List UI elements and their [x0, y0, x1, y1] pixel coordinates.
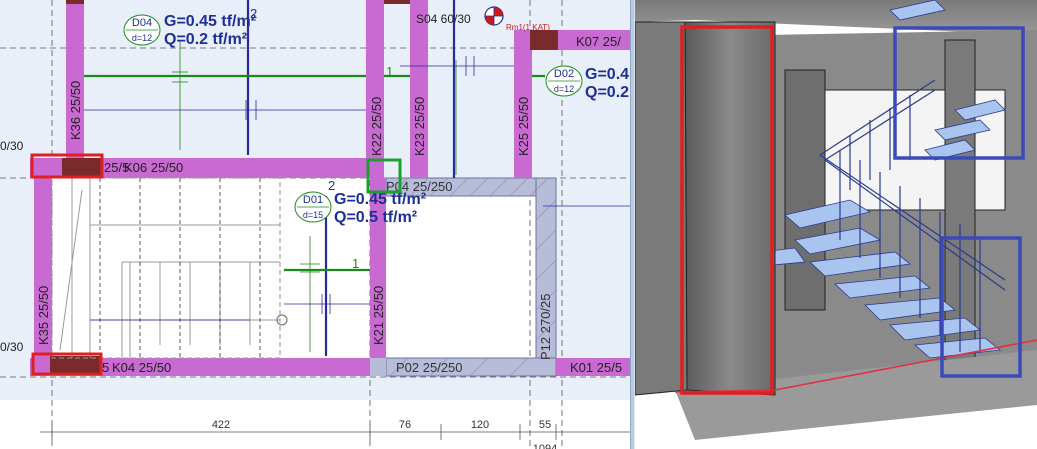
slab-thickness: d=12 — [554, 84, 574, 94]
dimension-value: 422 — [212, 419, 230, 431]
beam-label-k06[interactable]: K06 25/50 — [124, 160, 183, 175]
foreground-wall — [635, 21, 688, 396]
beam-label-k23[interactable]: K23 25/50 — [412, 97, 427, 156]
beam-label-k36[interactable]: K36 25/50 — [68, 81, 83, 140]
slab-id: D04 — [132, 17, 152, 29]
beam-label-p12[interactable]: P12 270/25 — [538, 293, 553, 360]
slab-tag-d01[interactable]: D01 d=15 G=0.45 tf/m² Q=0.5 tf/m² — [294, 191, 426, 226]
slab-dead-load: G=0.4 — [585, 66, 629, 83]
slab-thickness: d=15 — [303, 210, 323, 220]
beam-label-k01[interactable]: K01 25/5 — [570, 360, 622, 375]
app-window: D04 d=12 G=0.45 tf/m² Q=0.2 tf/m² D02 d=… — [0, 0, 1037, 449]
edge-label-top: 0/30 — [0, 139, 24, 153]
slab-id: D01 — [303, 194, 323, 206]
bar-mark: 1 — [352, 256, 359, 271]
beam-label-k35[interactable]: K35 25/50 — [36, 286, 51, 345]
beam-label-k07[interactable]: K07 25/ — [576, 34, 621, 49]
3d-canvas[interactable] — [635, 0, 1037, 449]
beam-label-s04[interactable]: S04 60/30 — [416, 12, 471, 26]
dimension-value: 120 — [471, 419, 489, 431]
beam-label-k22[interactable]: K22 25/50 — [369, 97, 384, 156]
bar-mark: 1 — [386, 64, 393, 79]
slab-dead-load: G=0.45 tf/m² — [164, 13, 256, 30]
slab-thickness: d=12 — [132, 33, 152, 43]
dimension-area — [0, 400, 630, 449]
support-icon[interactable] — [484, 6, 504, 26]
bar-mark: 2 — [328, 178, 335, 193]
slab-tag-d02[interactable]: D02 d=12 G=0.4 Q=0.2 — [545, 65, 629, 101]
beam-label-k25[interactable]: K25 25/50 — [516, 97, 531, 156]
3d-view[interactable] — [635, 0, 1037, 449]
support-label: Rm1(1.KAT) — [506, 23, 550, 32]
wall-joint — [370, 358, 386, 376]
bar-mark: 2 — [250, 6, 257, 21]
beam-label-k04-prefix: 5 — [102, 360, 109, 375]
beam-label-k21[interactable]: K21 25/50 — [371, 286, 386, 345]
plan-view[interactable]: D04 d=12 G=0.45 tf/m² Q=0.2 tf/m² D02 d=… — [0, 0, 630, 449]
dimension-value: 76 — [399, 419, 411, 431]
dimension-value: 55 — [539, 419, 551, 431]
slab-live-load: Q=0.2 tf/m² — [164, 31, 247, 48]
slab-live-load: Q=0.2 — [585, 84, 629, 101]
plan-canvas[interactable]: D04 d=12 G=0.45 tf/m² Q=0.2 tf/m² D02 d=… — [0, 0, 630, 449]
foreground-column[interactable] — [684, 21, 776, 396]
edge-label-bottom: 0/30 — [0, 340, 24, 354]
dimension-total: 1094 — [533, 443, 557, 449]
slab-id: D02 — [554, 68, 574, 80]
slab-live-load: Q=0.5 tf/m² — [334, 209, 417, 226]
beam-label-p02[interactable]: P02 25/250 — [396, 360, 463, 375]
column-3d — [784, 69, 826, 311]
slab-tag-d04[interactable]: D04 d=12 G=0.45 tf/m² Q=0.2 tf/m² — [123, 13, 256, 48]
beam-label-k04[interactable]: K04 25/50 — [112, 360, 171, 375]
